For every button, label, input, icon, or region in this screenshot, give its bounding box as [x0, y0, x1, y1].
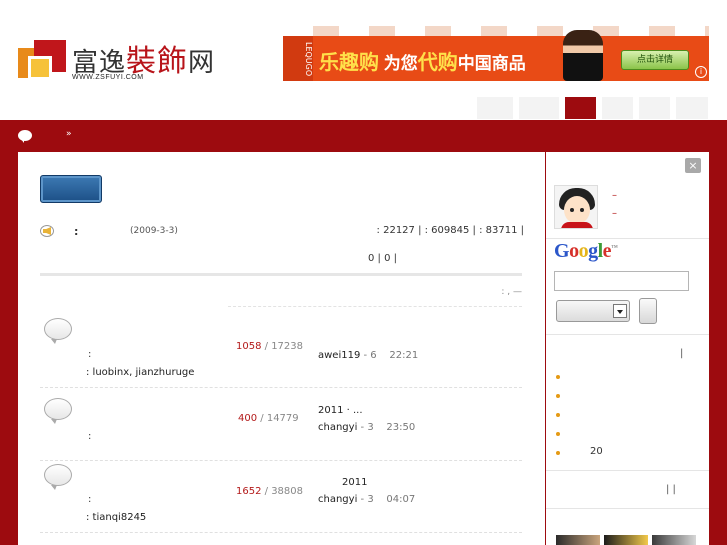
forum-list-header: : , —	[228, 287, 522, 307]
forum-stats: : 22127 | : 609845 | : 83711 |	[376, 225, 524, 236]
member-thumbnail[interactable]	[652, 535, 696, 545]
banner-model-image	[563, 30, 603, 81]
divider	[40, 273, 522, 276]
list-item-count[interactable]: 20	[590, 446, 603, 457]
speech-bubble-icon	[18, 130, 32, 143]
site-header: 富逸裝飾网 WWW.ZSFUYI.COM LEQUGO 乐趣购 为您代购中国商品…	[0, 0, 727, 120]
banner-details-button[interactable]: 点击详情	[621, 50, 689, 70]
ad-banner[interactable]: LEQUGO 乐趣购 为您代购中国商品 点击详情 i	[283, 26, 709, 81]
close-icon[interactable]: ×	[685, 158, 701, 173]
user-link[interactable]: –	[612, 208, 617, 219]
member-thumbnail[interactable]	[604, 535, 648, 545]
divider	[546, 508, 709, 509]
forum-last-post-title[interactable]: 2011 · ...	[318, 405, 363, 416]
logo-url: WWW.ZSFUYI.COM	[72, 74, 144, 81]
list-bullet	[556, 413, 560, 417]
search-input[interactable]	[554, 271, 689, 291]
nav-tab-active[interactable]	[564, 96, 597, 120]
divider	[546, 470, 709, 471]
forum-bubble-icon	[44, 398, 72, 424]
member-thumbnails	[556, 535, 706, 545]
forum-row[interactable]: : : tianqi8245 1652 / 38808 2011 changyi…	[40, 461, 522, 533]
site-logo[interactable]: 富逸裝飾网 WWW.ZSFUYI.COM	[16, 22, 221, 92]
nav-tab[interactable]	[638, 96, 671, 120]
sidebar-separator: | |	[666, 484, 676, 495]
forum-last-post[interactable]: changyi - 3 23:50	[318, 422, 415, 433]
forum-last-post[interactable]: awei119 - 6 22:21	[318, 350, 418, 361]
nav-tab[interactable]	[518, 96, 560, 120]
list-bullet	[556, 394, 560, 398]
user-link[interactable]: –	[612, 190, 617, 201]
announcement-bar: : (2009-3-3) : 22127 | : 609845 | : 8371…	[40, 224, 524, 244]
list-bullet	[556, 451, 560, 455]
divider	[546, 238, 709, 239]
google-logo: Google™	[554, 240, 618, 262]
forum-main: : (2009-3-3) : 22127 | : 609845 | : 8371…	[18, 152, 545, 545]
forum-bubble-icon	[44, 464, 72, 490]
forum-row[interactable]: : 400 / 14779 2011 · ... changyi - 3 23:…	[40, 388, 522, 461]
forum-last-post[interactable]: changyi - 3 04:07	[318, 494, 415, 505]
sidebar-separator: |	[680, 348, 684, 359]
nav-tab[interactable]	[675, 96, 709, 120]
breadcrumb: »	[0, 120, 727, 152]
banner-ribbon: LEQUGO	[283, 36, 313, 81]
nav-tab[interactable]	[601, 96, 634, 120]
announcement-label: :	[74, 225, 79, 238]
forum-description: :	[88, 349, 92, 360]
forum-description: :	[88, 494, 92, 505]
list-bullet	[556, 375, 560, 379]
divider	[546, 334, 709, 335]
chevron-down-icon	[613, 304, 627, 318]
forum-moderators[interactable]: : luobinx, jianzhuruge	[86, 367, 194, 378]
forum-counts: 1652 / 38808	[236, 486, 303, 497]
new-topic-button[interactable]	[40, 175, 102, 203]
forum-moderators[interactable]: : tianqi8245	[86, 512, 146, 523]
forum-counts: 400 / 14779	[238, 413, 299, 424]
ad-info-icon[interactable]: i	[695, 66, 707, 78]
list-bullet	[556, 432, 560, 436]
forum-bubble-icon	[44, 318, 72, 344]
sidebar: × – – Google™ | 20 | |	[546, 152, 709, 545]
forum-description: :	[88, 431, 92, 442]
nav-tab[interactable]	[476, 96, 514, 120]
member-thumbnail[interactable]	[556, 535, 600, 545]
avatar[interactable]	[554, 185, 598, 229]
speaker-icon	[40, 224, 56, 238]
breadcrumb-separator: »	[66, 129, 72, 139]
forum-last-post-title[interactable]: 2011	[342, 477, 367, 488]
banner-slogan: 乐趣购 为您代购中国商品	[319, 52, 526, 74]
search-button[interactable]	[639, 298, 657, 324]
forum-row[interactable]: : : luobinx, jianzhuruge 1058 / 17238 aw…	[40, 308, 522, 388]
search-scope-select[interactable]	[556, 300, 630, 322]
announcement-date[interactable]: (2009-3-3)	[130, 226, 178, 236]
forum-stats-secondary: 0 | 0 |	[368, 253, 397, 264]
forum-counts: 1058 / 17238	[236, 341, 303, 352]
logo-mark-icon	[18, 40, 66, 86]
